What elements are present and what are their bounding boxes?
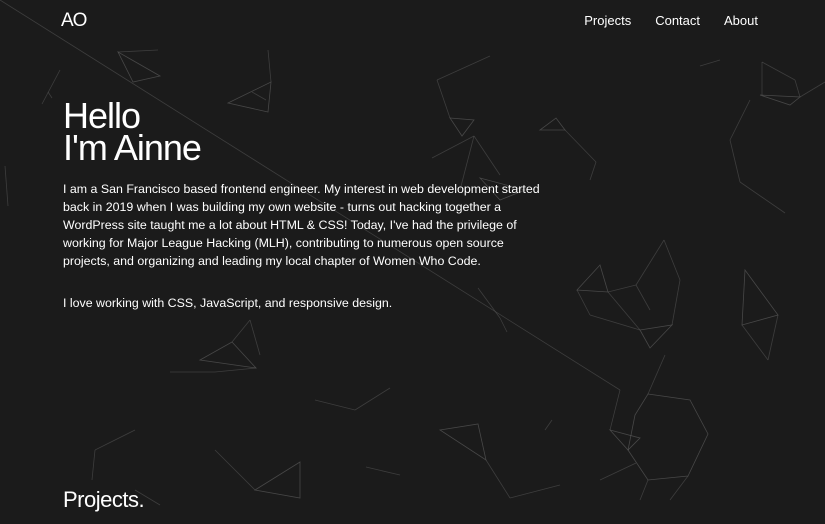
hero-title: Hello I'm Ainne — [63, 98, 543, 168]
projects-heading: Projects. — [63, 487, 145, 512]
top-navigation: AO Projects Contact About — [0, 0, 825, 42]
nav-link-contact[interactable]: Contact — [655, 13, 700, 28]
nav-links: Projects Contact About — [584, 13, 758, 28]
page: AO Projects Contact About Hello I'm Ainn… — [0, 0, 825, 524]
hero-section: Hello I'm Ainne I am a San Francisco bas… — [63, 98, 543, 312]
site-logo[interactable]: AO — [61, 10, 87, 32]
nav-link-projects[interactable]: Projects — [584, 13, 631, 28]
nav-link-about[interactable]: About — [724, 13, 758, 28]
hero-title-line2: I'm Ainne — [63, 127, 202, 168]
skills-paragraph: I love working with CSS, JavaScript, and… — [63, 296, 393, 310]
bio-paragraph: I am a San Francisco based frontend engi… — [63, 182, 540, 268]
